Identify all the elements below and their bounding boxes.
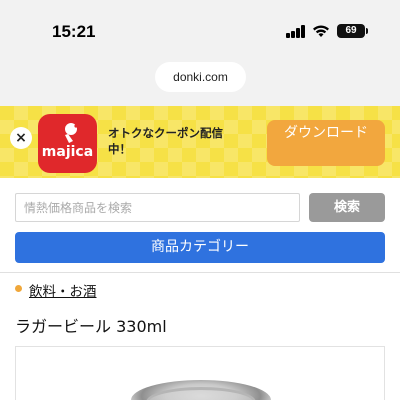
search-button[interactable]: 検索 (309, 193, 385, 222)
divider (0, 272, 400, 273)
cellular-signal-icon (286, 25, 306, 38)
battery-icon: 69 (337, 24, 365, 38)
close-icon[interactable]: × (10, 127, 32, 149)
search-field-container (15, 193, 300, 222)
browser-url-area: donki.com (0, 58, 400, 106)
promo-text: オトクなクーポン配信中！ (108, 126, 223, 156)
app-logo-text: majica (41, 144, 94, 160)
status-time: 15:21 (52, 22, 96, 41)
breadcrumb-link-beverages[interactable]: 飲料・お酒 (29, 280, 97, 300)
status-bar: 15:21 69 (0, 0, 400, 58)
search-input[interactable] (16, 194, 299, 221)
wifi-icon (313, 25, 329, 37)
url-bar[interactable]: donki.com (155, 62, 246, 92)
battery-tip (366, 28, 368, 34)
app-promo-banner: × majica オトクなクーポン配信中！ ダウンロード (0, 106, 400, 178)
majica-app-icon[interactable]: majica (38, 114, 97, 173)
product-category-button[interactable]: 商品カテゴリー (15, 232, 385, 263)
product-image-frame (15, 346, 385, 400)
download-button[interactable]: ダウンロード (267, 120, 385, 166)
product-title: ラガービール 330ml (15, 317, 167, 336)
breadcrumb-dot-icon (15, 285, 22, 292)
